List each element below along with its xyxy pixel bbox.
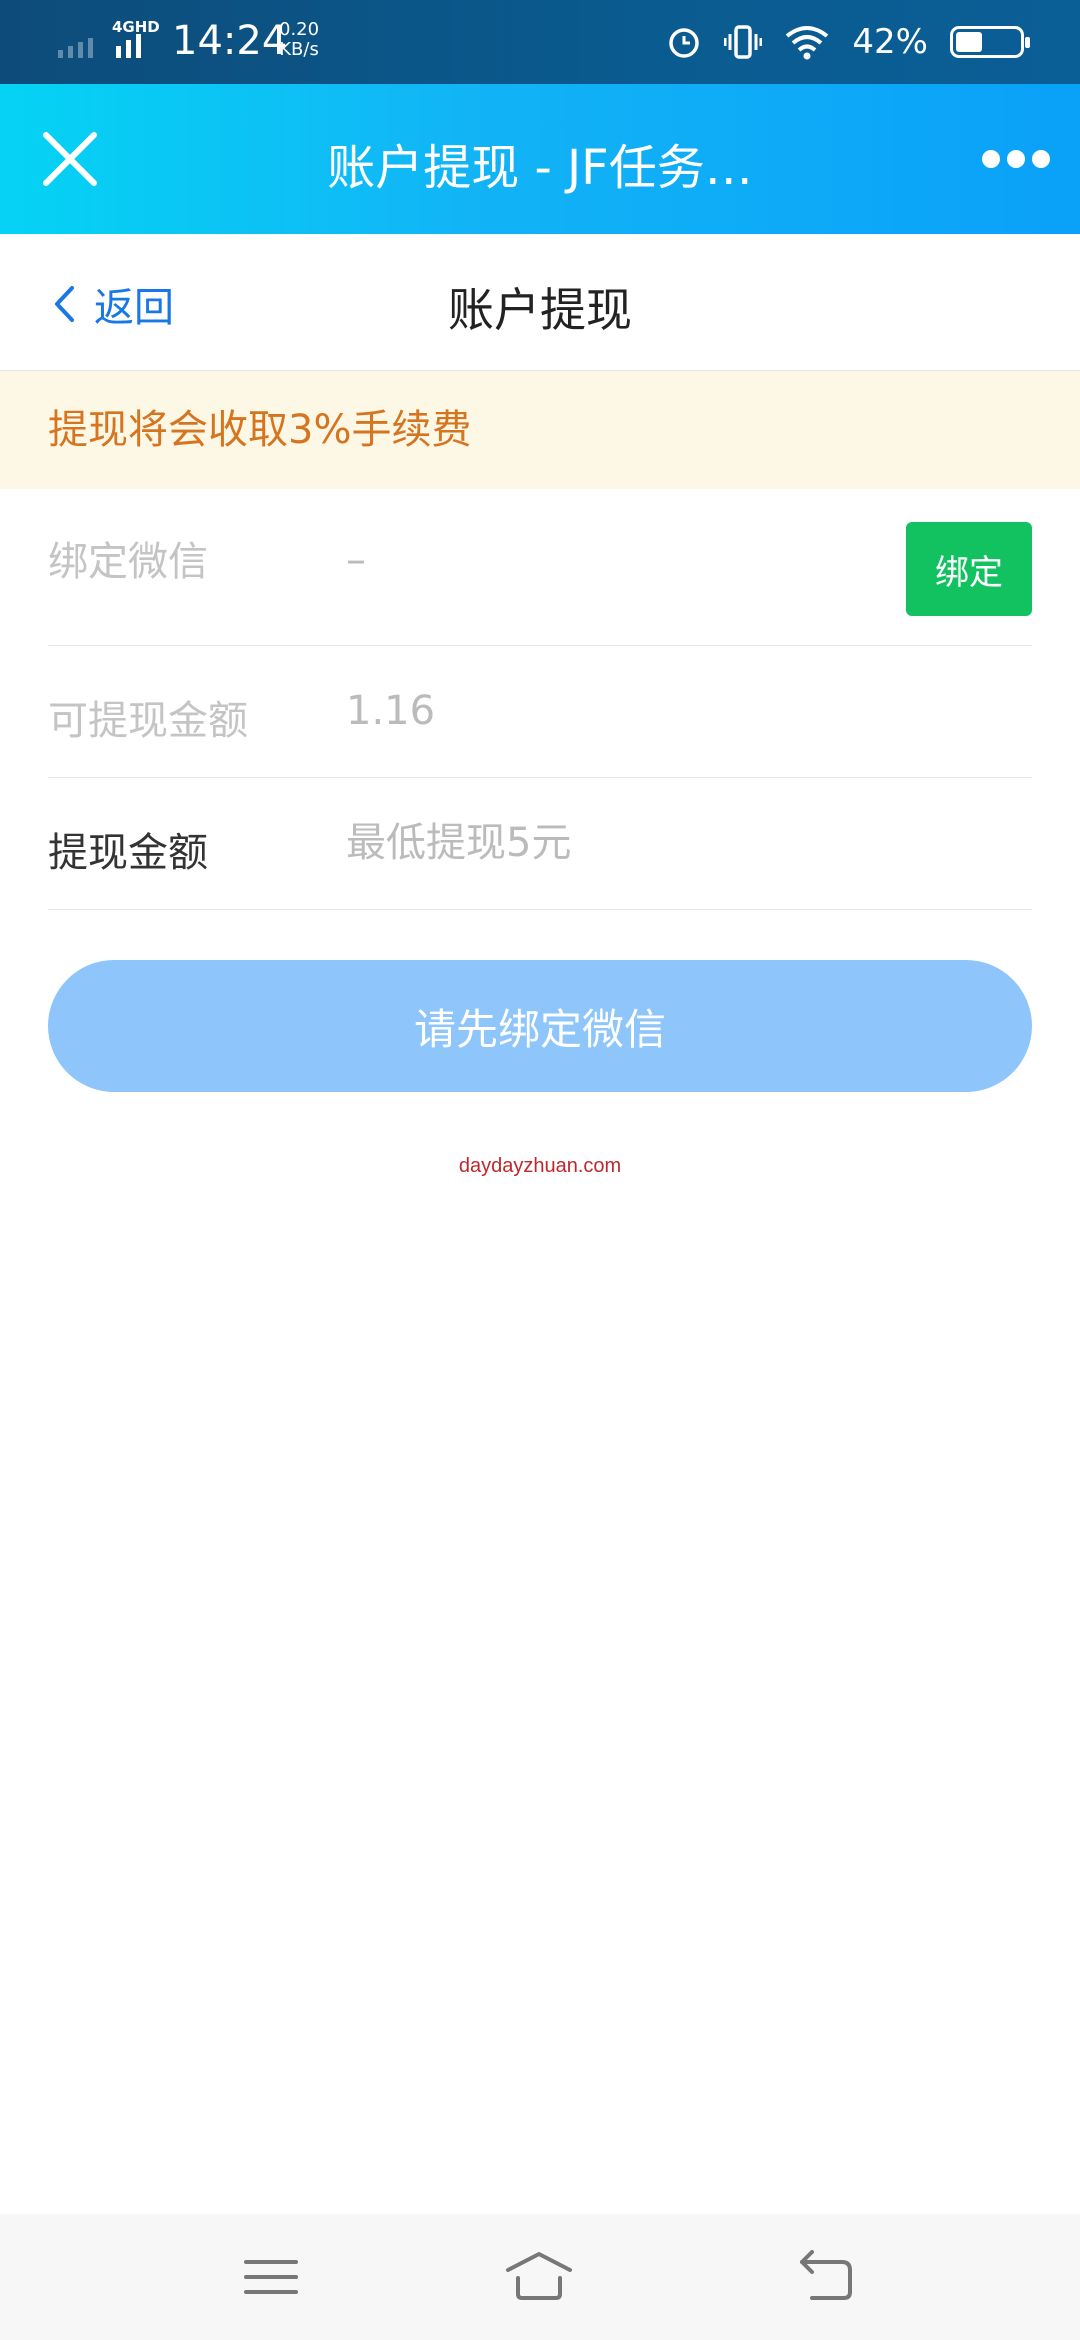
amount-label: 提现金额 xyxy=(48,830,208,876)
wechat-row: 绑定微信 – 绑定 xyxy=(48,489,1032,646)
amount-row: 提现金额 xyxy=(48,778,1032,910)
menu-icon[interactable] xyxy=(236,2244,306,2310)
fee-notice: 提现将会收取3%手续费 xyxy=(0,371,1080,489)
app-header: 账户提现 - JF任务… xyxy=(0,84,1080,234)
wechat-label: 绑定微信 xyxy=(48,539,208,585)
available-row: 可提现金额 1.16 xyxy=(48,646,1032,778)
available-value: 1.16 xyxy=(346,688,436,734)
watermark: daydayzhuan.com xyxy=(458,1155,622,1177)
nav-bar: 返回 账户提现 xyxy=(0,234,1080,371)
wechat-value: – xyxy=(346,537,366,583)
close-icon[interactable] xyxy=(40,129,100,189)
home-icon[interactable] xyxy=(504,2244,574,2310)
wifi-icon xyxy=(786,26,829,60)
status-icons: 42% xyxy=(666,18,1030,66)
more-icon[interactable] xyxy=(982,144,1050,174)
network-speed: 0.20 KB/s xyxy=(279,19,320,60)
back-nav-icon[interactable] xyxy=(790,2244,860,2310)
bind-button[interactable]: 绑定 xyxy=(906,522,1032,616)
network-type: 4GHD xyxy=(112,18,160,36)
battery-level xyxy=(956,32,983,52)
available-label: 可提现金额 xyxy=(48,698,248,744)
amount-input[interactable] xyxy=(346,808,946,878)
page-title: 账户提现 xyxy=(448,283,632,337)
header-title: 账户提现 - JF任务… xyxy=(327,140,753,196)
vibrate-icon xyxy=(724,25,763,59)
submit-button[interactable]: 请先绑定微信 xyxy=(48,960,1032,1092)
alarm-icon xyxy=(669,28,700,58)
battery-percent: 42% xyxy=(852,22,928,62)
system-nav-bar xyxy=(0,2214,1080,2340)
battery-icon xyxy=(950,26,1030,58)
status-bar: 4GHD 14:24 0.20 KB/s 42% xyxy=(0,0,1080,84)
clock: 14:24 xyxy=(172,18,288,64)
